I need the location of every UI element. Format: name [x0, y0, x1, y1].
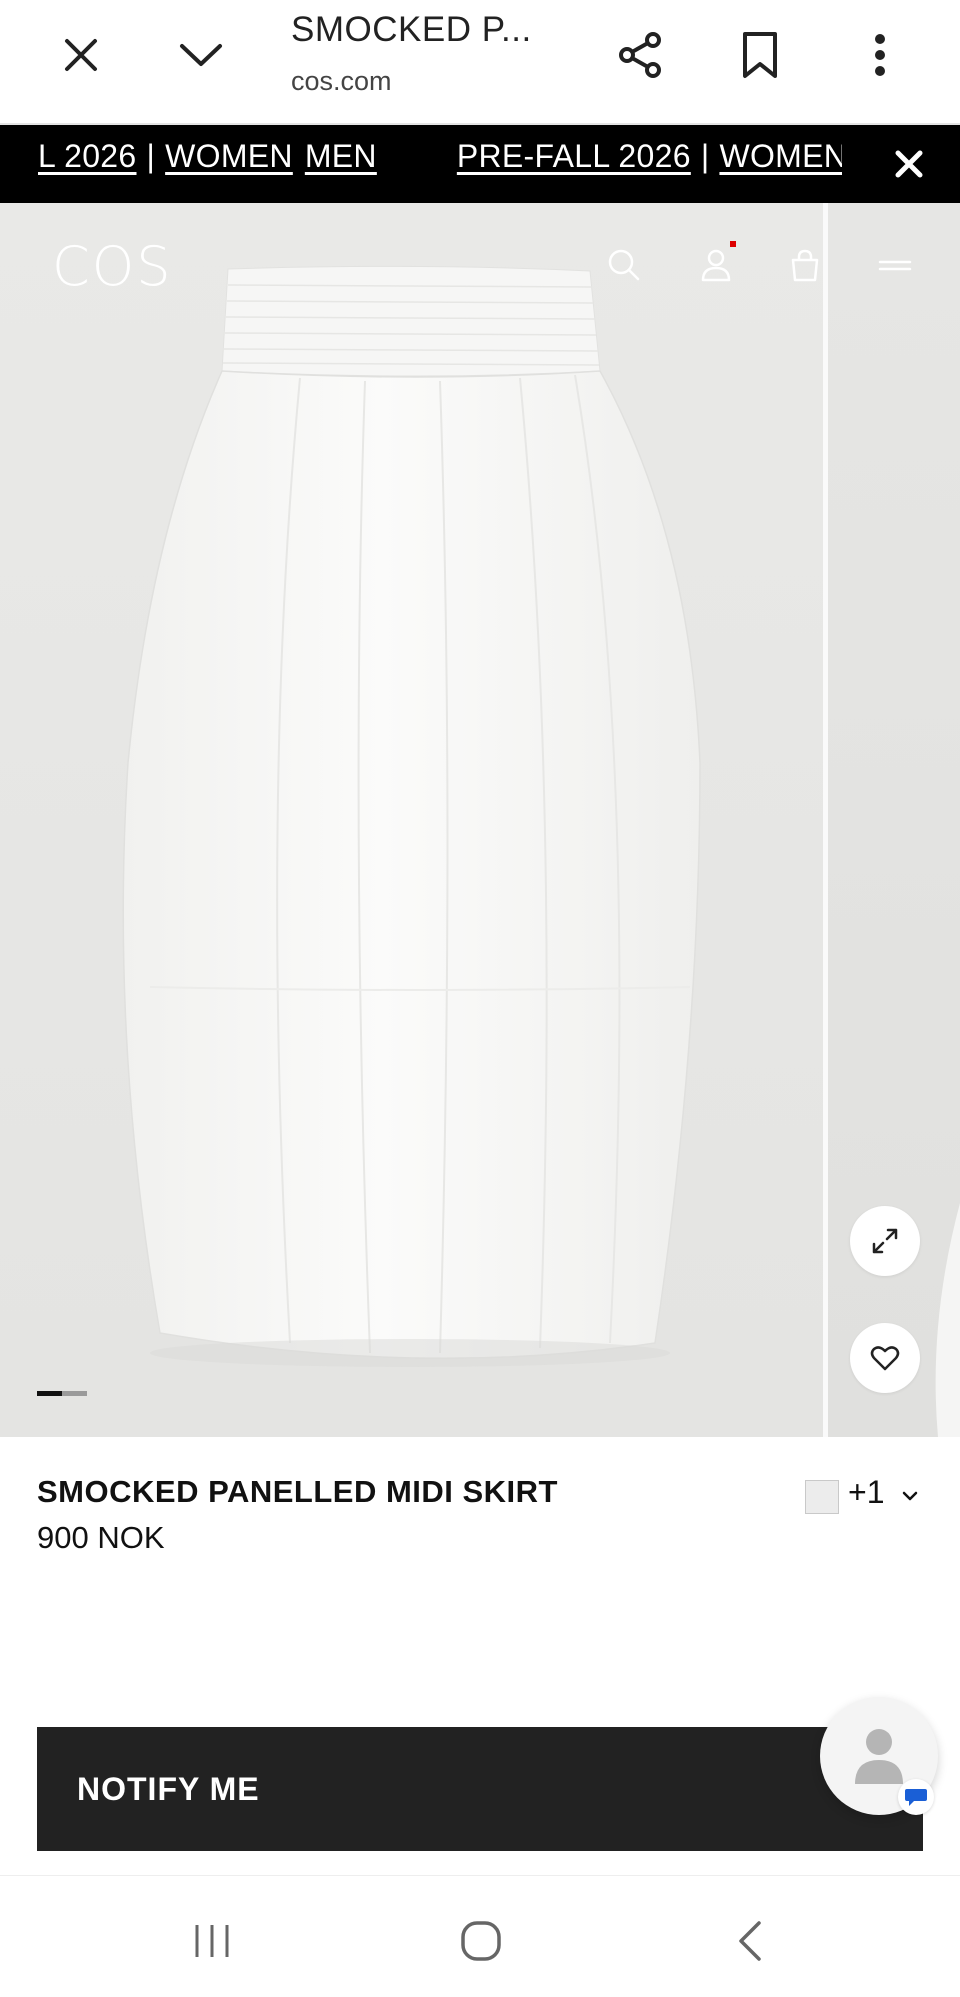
- promo-link-men[interactable]: MEN: [305, 138, 377, 175]
- home-icon[interactable]: [446, 1906, 516, 1976]
- person-icon: [855, 1729, 903, 1784]
- menu-icon[interactable]: [873, 243, 917, 287]
- carousel-indicator: [37, 1391, 87, 1396]
- product-name: SMOCKED PANELLED MIDI SKIRT: [37, 1474, 558, 1509]
- page-title[interactable]: SMOCKED P...: [291, 10, 532, 50]
- search-icon[interactable]: [602, 243, 646, 287]
- more-vertical-icon[interactable]: [845, 20, 915, 90]
- expand-icon[interactable]: [850, 1206, 920, 1276]
- promo-marquee: L 2026 | WOMEN MEN PRE-FALL 2026 | WOMEN: [38, 138, 847, 175]
- recents-icon[interactable]: [177, 1906, 247, 1976]
- page-url[interactable]: cos.com: [291, 66, 392, 97]
- carousel-dot[interactable]: [62, 1391, 87, 1396]
- carousel-dot-active: [37, 1391, 62, 1396]
- promo-link[interactable]: L 2026: [38, 138, 137, 175]
- promo-space: [293, 138, 305, 175]
- skirt-illustration: [122, 265, 701, 1367]
- promo-gap: [377, 138, 457, 175]
- notify-me-label: NOTIFY ME: [77, 1770, 260, 1807]
- back-icon[interactable]: [715, 1906, 785, 1976]
- close-icon[interactable]: [46, 20, 116, 90]
- bookmark-icon[interactable]: [725, 20, 795, 90]
- notification-dot: [730, 241, 736, 247]
- share-icon[interactable]: [606, 20, 676, 90]
- promo-link-women[interactable]: WOMEN: [165, 138, 293, 175]
- chevron-down-icon[interactable]: [166, 20, 236, 90]
- promo-link-women[interactable]: WOMEN: [719, 138, 847, 175]
- chevron-down-icon[interactable]: [898, 1484, 922, 1508]
- site-logo[interactable]: COS: [52, 235, 173, 298]
- bag-icon[interactable]: [783, 243, 827, 287]
- heart-icon[interactable]: [850, 1323, 920, 1393]
- close-icon[interactable]: [886, 141, 932, 187]
- more-colors-count[interactable]: +1: [848, 1474, 884, 1511]
- product-gallery[interactable]: COS: [0, 203, 960, 1437]
- promo-banner: L 2026 | WOMEN MEN PRE-FALL 2026 | WOMEN: [0, 125, 960, 203]
- notify-me-button[interactable]: NOTIFY ME: [37, 1727, 923, 1851]
- browser-toolbar: SMOCKED P... cos.com: [0, 0, 960, 125]
- product-price: 900 NOK: [37, 1520, 165, 1555]
- chat-bubble-icon[interactable]: [898, 1779, 934, 1815]
- system-navigation-bar: [0, 1875, 960, 1997]
- product-image[interactable]: [0, 203, 823, 1437]
- promo-separator: |: [700, 138, 710, 174]
- account-icon[interactable]: [694, 243, 738, 287]
- promo-link-prefall[interactable]: PRE-FALL 2026: [457, 138, 691, 175]
- color-swatch[interactable]: [805, 1480, 839, 1514]
- promo-separator: |: [146, 138, 156, 174]
